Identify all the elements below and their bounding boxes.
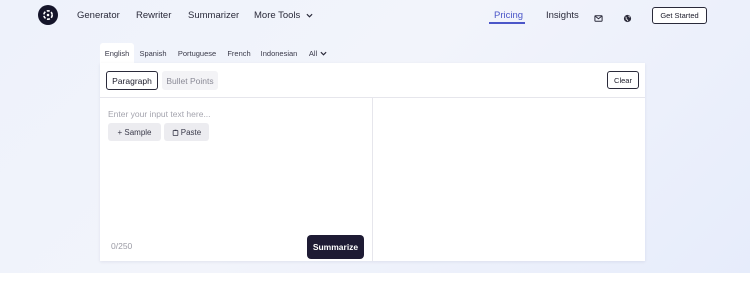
- paste-button-label: Paste: [180, 127, 202, 137]
- nav-insights[interactable]: Insights: [546, 10, 579, 21]
- chevron-down-icon: [306, 13, 313, 18]
- card-toolbar: Paragraph Bullet Points Clear: [100, 63, 645, 98]
- logo[interactable]: [38, 5, 58, 25]
- clear-button[interactable]: Clear: [607, 71, 639, 89]
- nav-active-underline: [489, 22, 525, 24]
- nav-rewriter[interactable]: Rewriter: [136, 10, 171, 21]
- nav-more-tools[interactable]: More Tools: [254, 10, 313, 21]
- page-footer-area: [0, 273, 750, 288]
- character-counter: 0/250: [111, 241, 133, 251]
- top-navbar: Generator Rewriter Summarizer More Tools…: [0, 0, 750, 30]
- nav-summarizer[interactable]: Summarizer: [188, 10, 239, 21]
- logo-icon: [43, 10, 53, 20]
- summarizer-card: Paragraph Bullet Points Clear + Sample P…: [100, 63, 645, 261]
- nav-generator[interactable]: Generator: [77, 10, 120, 21]
- clipboard-icon: [172, 129, 179, 136]
- mode-bullet-points-button[interactable]: Bullet Points: [162, 71, 218, 90]
- tab-all[interactable]: All: [307, 43, 329, 63]
- nav-more-tools-label: More Tools: [254, 10, 301, 21]
- tab-indonesian[interactable]: Indonesian: [259, 43, 299, 63]
- panel-divider: [372, 98, 373, 261]
- tab-portuguese[interactable]: Portuguese: [176, 43, 218, 63]
- get-started-button[interactable]: Get Started: [652, 7, 707, 24]
- sample-button[interactable]: + Sample: [108, 123, 161, 141]
- tab-english[interactable]: English: [100, 43, 134, 63]
- tab-french[interactable]: French: [225, 43, 253, 63]
- globe-icon[interactable]: [623, 10, 633, 23]
- chevron-down-icon: [320, 51, 327, 56]
- nav-pricing[interactable]: Pricing: [494, 10, 523, 21]
- summarize-button[interactable]: Summarize: [307, 235, 364, 259]
- tab-spanish[interactable]: Spanish: [138, 43, 168, 63]
- input-text-field[interactable]: [108, 107, 363, 121]
- mail-icon[interactable]: [594, 10, 604, 22]
- tab-all-label: All: [308, 48, 318, 58]
- paste-button[interactable]: Paste: [164, 123, 209, 141]
- mode-paragraph-button[interactable]: Paragraph: [106, 71, 158, 90]
